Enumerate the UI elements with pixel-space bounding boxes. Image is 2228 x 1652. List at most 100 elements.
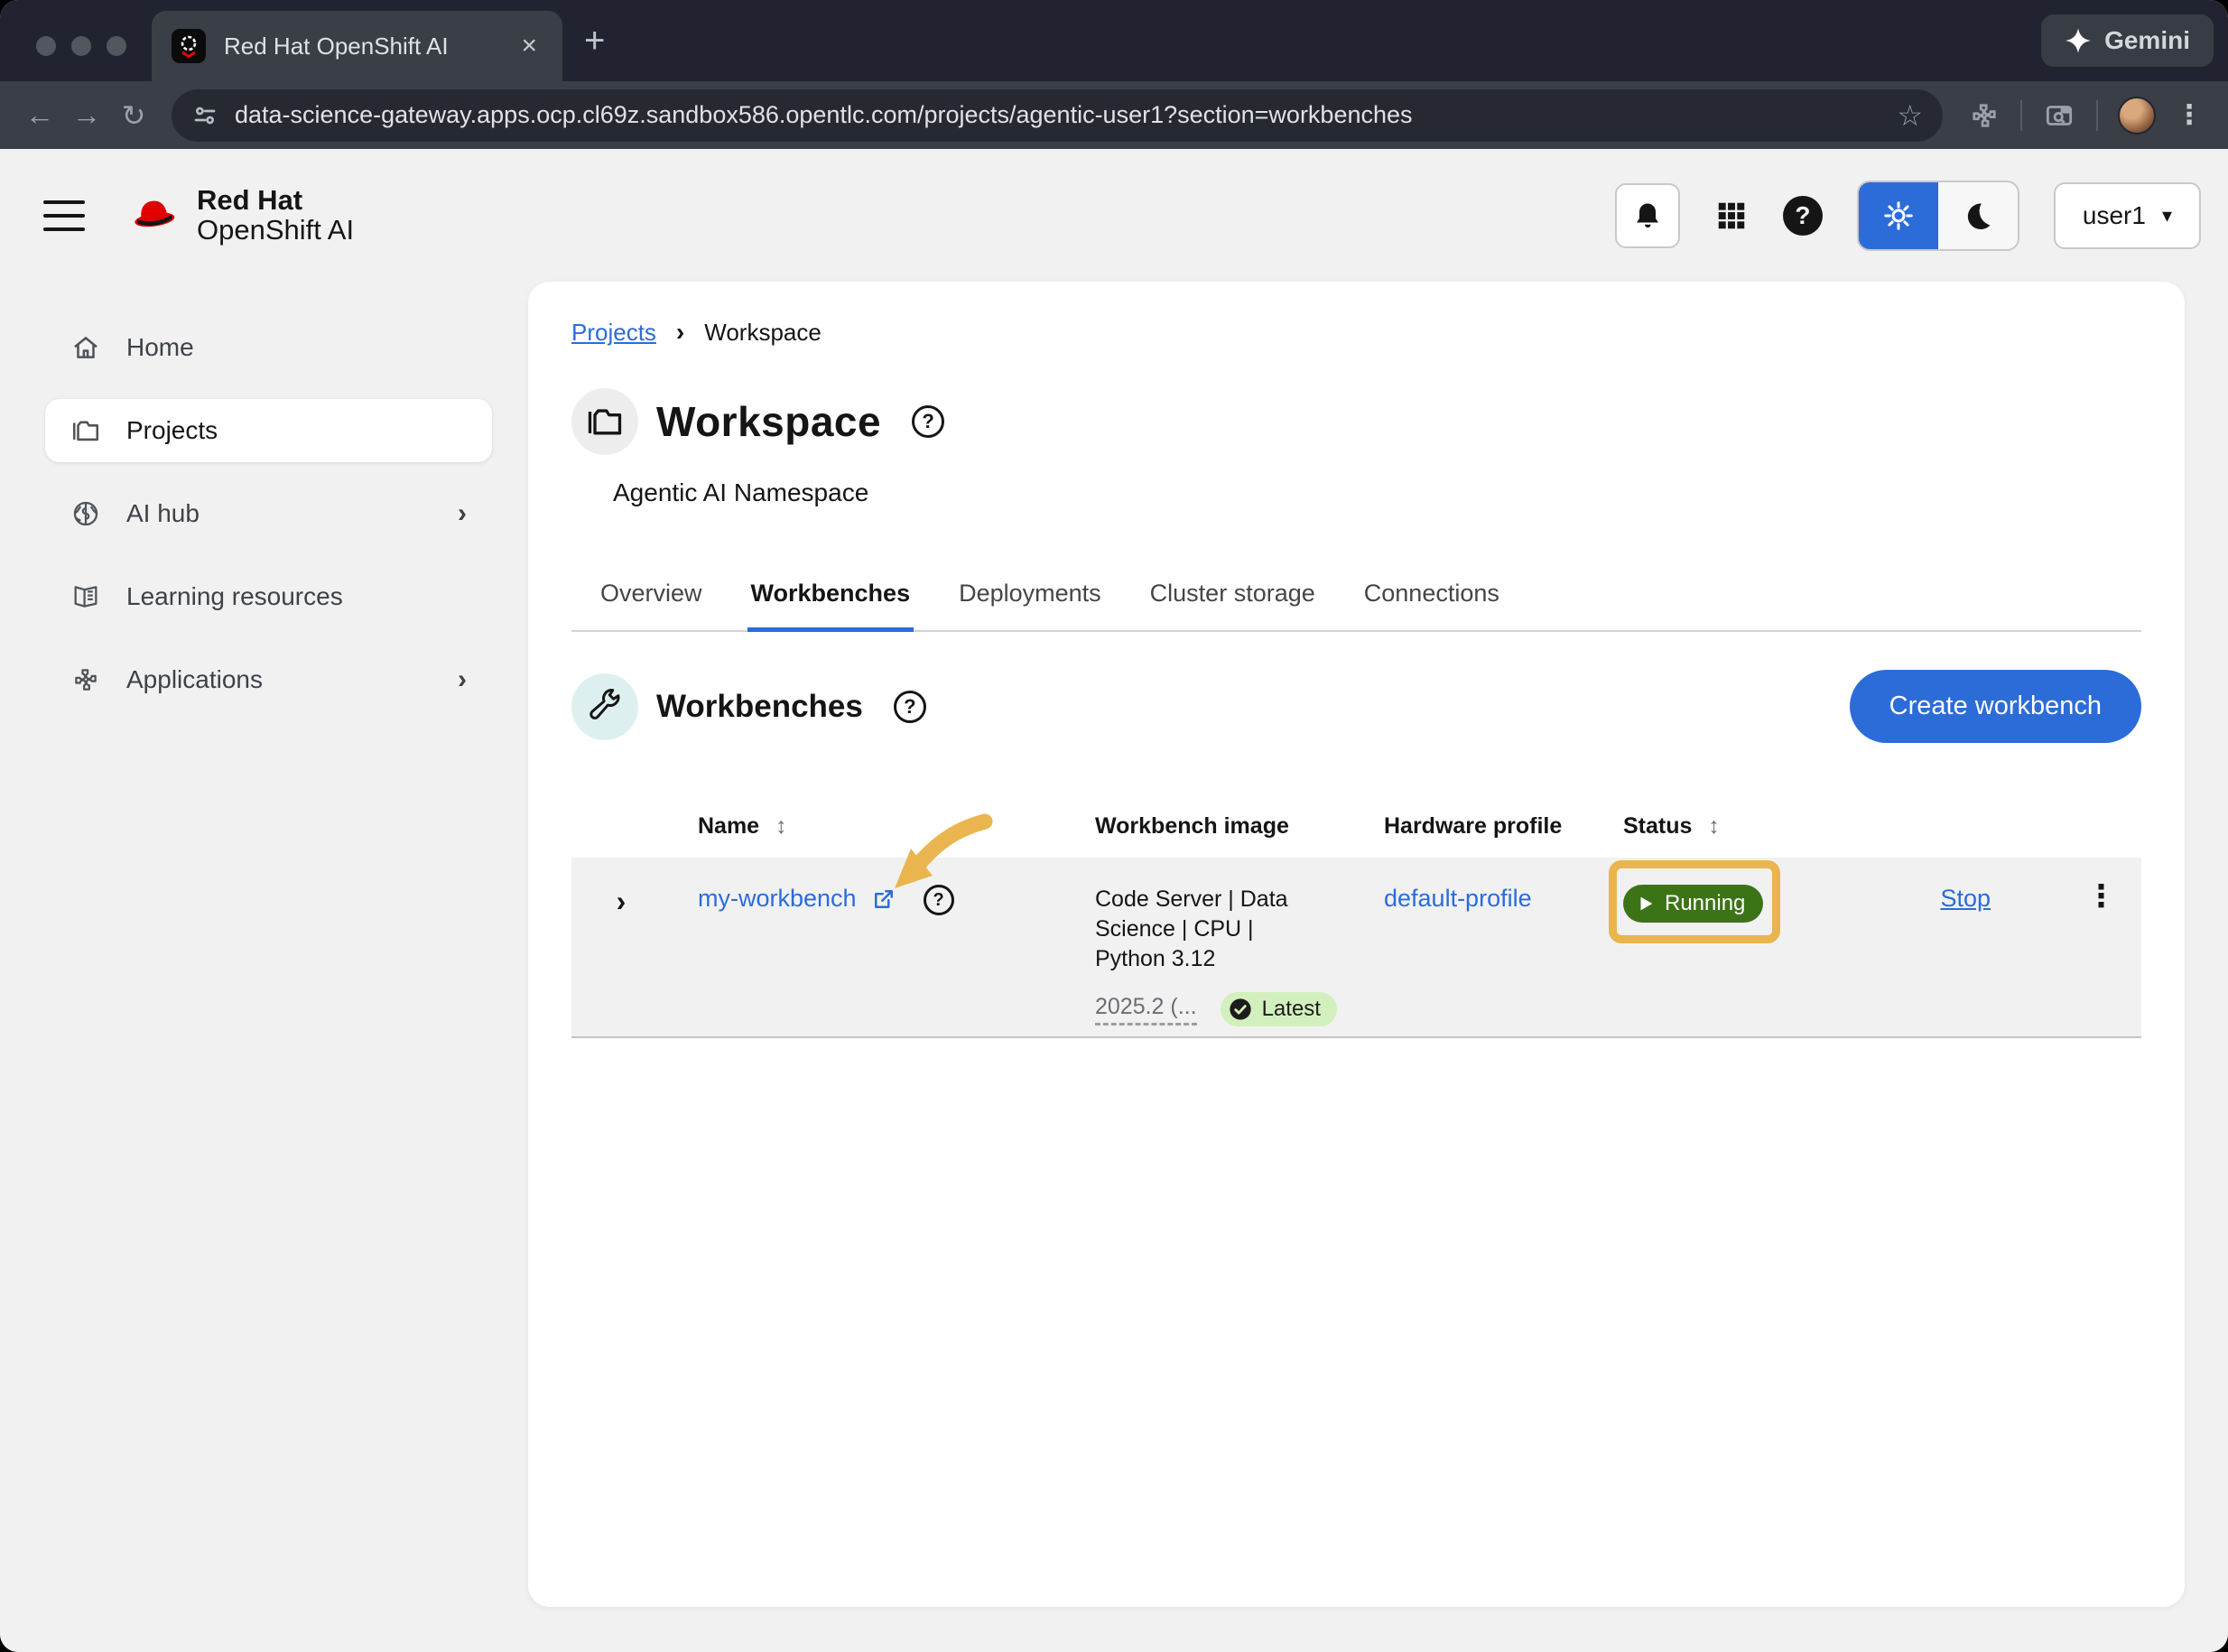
name-help-icon[interactable]: ? [924, 885, 954, 915]
user-menu-label: user1 [2083, 201, 2146, 230]
sidebar-item-label: Projects [126, 416, 218, 445]
sidebar-item-label: AI hub [126, 499, 200, 528]
project-description: Agentic AI Namespace [613, 478, 2141, 507]
status-badge: Running [1623, 885, 1763, 923]
project-folder-icon [571, 388, 638, 455]
title-help-icon[interactable]: ? [912, 405, 944, 438]
window-minimize-button[interactable] [71, 36, 91, 56]
tab-workbenches[interactable]: Workbenches [747, 567, 914, 632]
red-hat-fedora-icon [128, 196, 181, 236]
browser-tab-strip: Red Hat OpenShift AI × + Gemini [0, 0, 2228, 81]
brand-line1: Red Hat [197, 186, 354, 216]
browser-profile-avatar[interactable] [2118, 97, 2156, 135]
window-controls[interactable] [36, 36, 126, 56]
address-bar[interactable]: data-science-gateway.apps.ocp.cl69z.sand… [172, 89, 1943, 142]
content-card: Projects › Workspace Workspace ? Agentic… [528, 282, 2185, 1607]
chevron-down-icon: ▾ [2162, 204, 2172, 227]
status-cell: Running [1583, 858, 1790, 1036]
latest-badge: Latest [1221, 992, 1337, 1026]
sidebar-item-label: Learning resources [126, 582, 343, 611]
user-menu-button[interactable]: user1 ▾ [2054, 182, 2201, 249]
breadcrumb-projects-link[interactable]: Projects [571, 319, 656, 347]
new-tab-button[interactable]: + [584, 21, 605, 61]
tab-cluster-storage[interactable]: Cluster storage [1146, 567, 1319, 632]
row-kebab-menu[interactable]: ⋮ [2061, 858, 2141, 1036]
help-button[interactable]: ? [1783, 196, 1823, 236]
tab-deployments[interactable]: Deployments [955, 567, 1105, 632]
image-version-truncated[interactable]: 2025.2 (... [1095, 994, 1197, 1026]
section-help-icon[interactable]: ? [894, 691, 926, 723]
openshift-ai-app: Red Hat OpenShift AI ? [0, 149, 2228, 1652]
reload-button[interactable]: ↻ [110, 98, 157, 133]
sidebar-item-ai-hub[interactable]: AI hub › [45, 482, 492, 545]
name-cell: my-workbench ? [671, 858, 1059, 1036]
stop-link[interactable]: Stop [1940, 885, 1991, 1036]
tab-connections[interactable]: Connections [1360, 567, 1503, 632]
table-row-my-workbench: › my-workbench ? Code Server | Data Scie… [571, 858, 2141, 1038]
check-circle-icon [1228, 997, 1253, 1022]
column-header-name[interactable]: Name ↕ [671, 801, 1059, 858]
gemini-button[interactable]: Gemini [2041, 14, 2214, 67]
tab-search-icon[interactable] [2042, 98, 2076, 133]
create-workbench-button[interactable]: Create workbench [1850, 670, 2141, 743]
light-theme-button[interactable] [1859, 182, 1938, 249]
breadcrumb-chevron-icon: › [676, 318, 684, 347]
site-settings-icon[interactable] [191, 102, 218, 129]
kebab-icon: ⋮ [2086, 881, 2117, 1036]
column-header-status[interactable]: Status ↕ [1583, 801, 1790, 858]
masthead-actions: ? user1 ▾ [1615, 181, 2201, 251]
browser-menu-icon[interactable]: ⋮ [2176, 99, 2203, 131]
wrench-icon [571, 673, 638, 740]
column-header-hardware-profile: Hardware profile [1357, 801, 1583, 858]
external-link-icon[interactable] [871, 886, 896, 912]
sidebar-item-label: Applications [126, 665, 263, 694]
back-button[interactable]: ← [16, 98, 63, 132]
sort-icon[interactable]: ↕ [1708, 813, 1720, 840]
puzzle-icon [70, 664, 103, 695]
notifications-bell-button[interactable] [1615, 183, 1680, 248]
sidebar-item-applications[interactable]: Applications › [45, 648, 492, 711]
book-icon [70, 581, 103, 612]
sidebar-item-home[interactable]: Home [45, 316, 492, 379]
breadcrumb: Projects › Workspace [571, 318, 2141, 347]
app-masthead: Red Hat OpenShift AI ? [0, 149, 2228, 282]
breadcrumb-current: Workspace [704, 319, 822, 347]
dark-theme-button[interactable] [1938, 182, 2018, 249]
table-header-row: Name ↕ Workbench image Hardware profile … [571, 801, 2141, 858]
column-header-workbench-image: Workbench image [1059, 801, 1357, 858]
workbench-name-link[interactable]: my-workbench [698, 885, 857, 913]
gemini-label: Gemini [2104, 26, 2190, 55]
chevron-right-icon: › [458, 664, 467, 695]
url-text[interactable]: data-science-gateway.apps.ocp.cl69z.sand… [235, 101, 1884, 129]
extensions-puzzle-icon[interactable] [1968, 99, 2001, 132]
sort-icon[interactable]: ↕ [775, 813, 787, 840]
app-launcher-grid-icon[interactable] [1714, 199, 1749, 233]
page-title-row: Workspace ? [571, 388, 2141, 455]
workbench-image-name: Code Server | Data Science | CPU | Pytho… [1095, 885, 1323, 974]
hardware-profile-cell: default-profile [1357, 858, 1583, 1036]
sidebar-item-label: Home [126, 333, 194, 362]
workbench-image-cell: Code Server | Data Science | CPU | Pytho… [1059, 858, 1357, 1036]
browser-window: Red Hat OpenShift AI × + Gemini ← → ↻ da… [0, 0, 2228, 1652]
window-close-button[interactable] [36, 36, 56, 56]
chevron-right-icon: › [458, 498, 467, 529]
page-title: Workspace [656, 397, 881, 446]
sidebar-item-learning-resources[interactable]: Learning resources [45, 565, 492, 628]
window-zoom-button[interactable] [107, 36, 126, 56]
forward-button[interactable]: → [63, 98, 110, 132]
brand-logo[interactable]: Red Hat OpenShift AI [128, 186, 354, 245]
toolbar-divider [2020, 100, 2022, 131]
bookmark-star-icon[interactable]: ☆ [1897, 98, 1923, 133]
sparkle-icon [2065, 27, 2092, 54]
theme-toggle [1857, 181, 2019, 251]
browser-tab[interactable]: Red Hat OpenShift AI × [152, 11, 562, 81]
sidebar-item-projects[interactable]: Projects [45, 399, 492, 462]
tab-overview[interactable]: Overview [597, 567, 706, 632]
row-expand-toggle[interactable]: › [571, 858, 671, 1036]
tab-close-icon[interactable]: × [515, 31, 543, 61]
hardware-profile-link[interactable]: default-profile [1384, 885, 1532, 912]
section-title: Workbenches [656, 689, 863, 725]
project-tabs: Overview Workbenches Deployments Cluster… [571, 567, 2141, 632]
nav-toggle-hamburger-icon[interactable] [43, 200, 85, 231]
tab-title: Red Hat OpenShift AI [224, 32, 515, 60]
